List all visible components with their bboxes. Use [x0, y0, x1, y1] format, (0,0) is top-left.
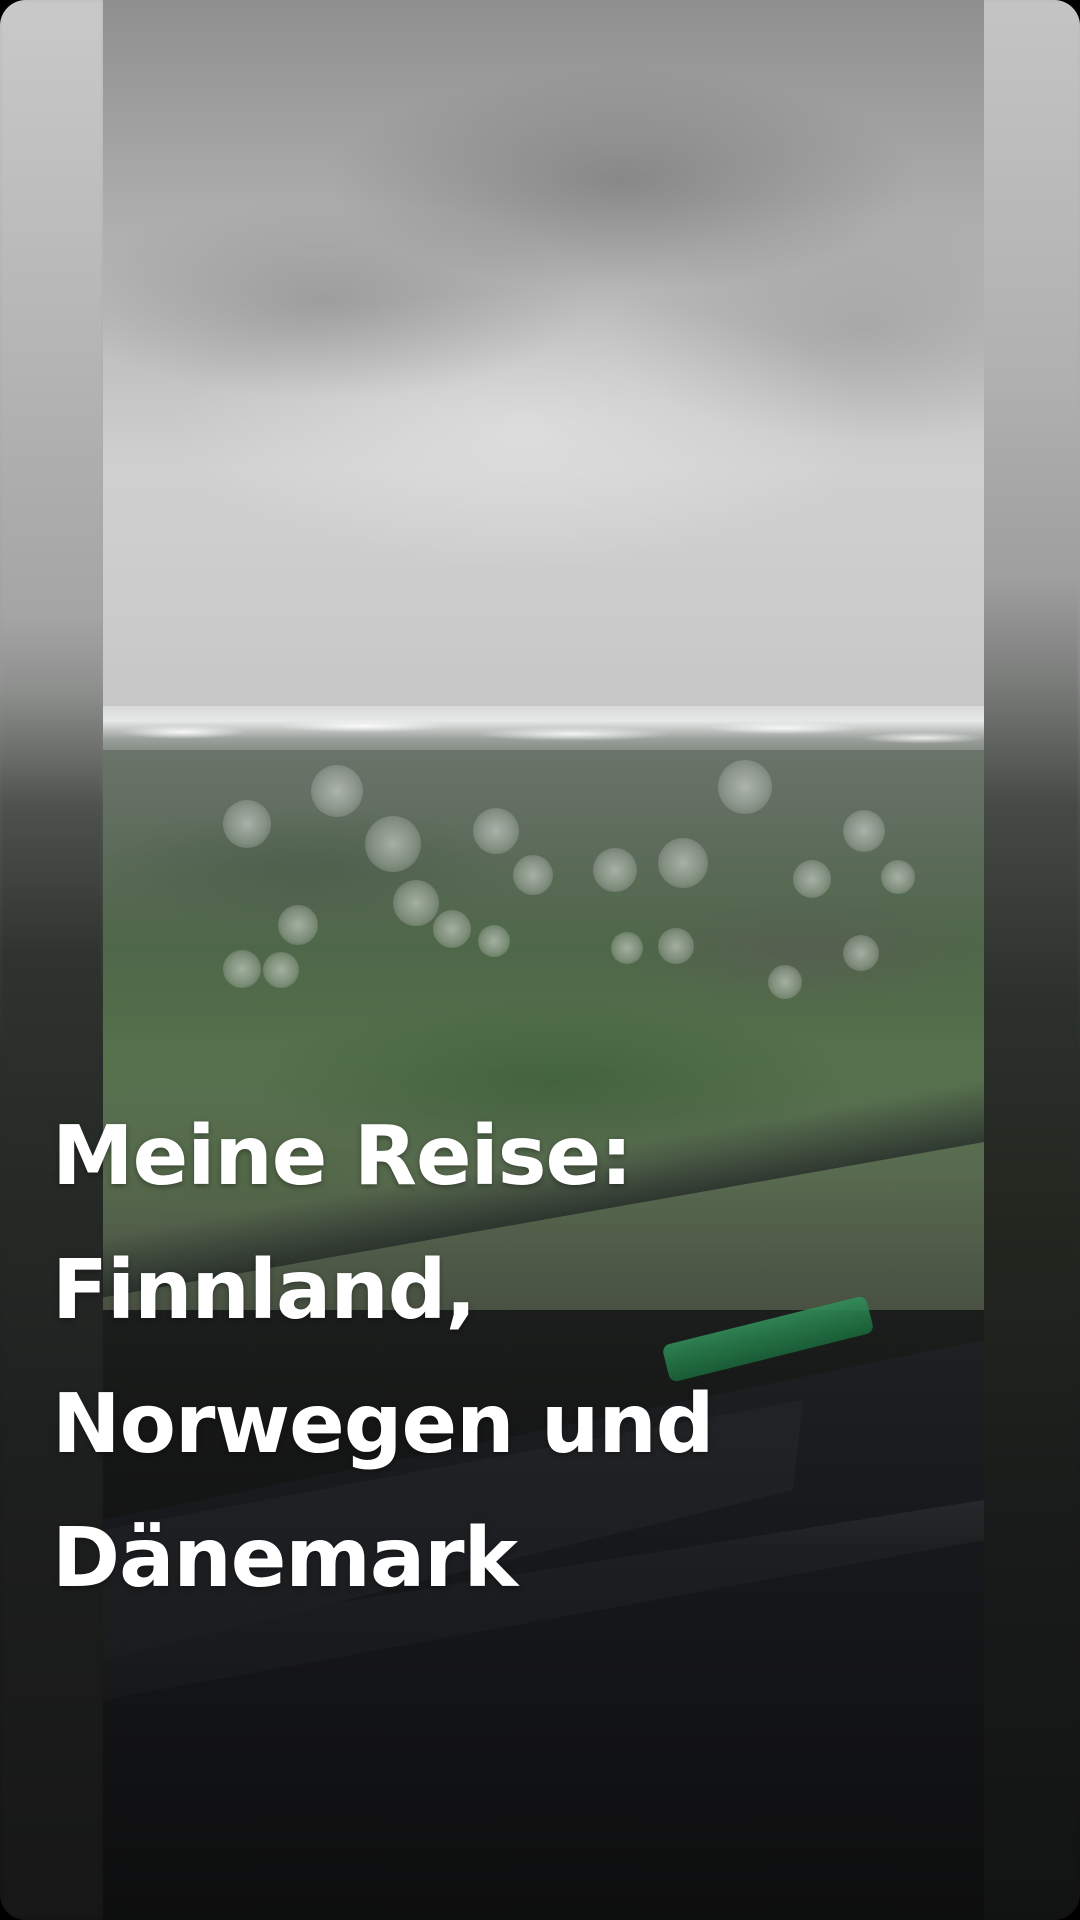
story-title-line: Dänemark	[52, 1511, 518, 1606]
story-title-line: Meine Reise:	[52, 1109, 633, 1204]
video-shade	[103, 0, 984, 1920]
story-title: Meine Reise: Finnland, Norwegen und Däne…	[52, 1090, 1012, 1626]
blurred-left-fill	[0, 0, 103, 1920]
story-video[interactable]	[103, 0, 984, 1920]
story-title-line: Norwegen und	[52, 1377, 714, 1472]
story-viewer[interactable]: Meine Reise: Finnland, Norwegen und Däne…	[0, 0, 1080, 1920]
story-title-line: Finnland,	[52, 1243, 477, 1338]
blurred-right-fill	[977, 0, 1080, 1920]
